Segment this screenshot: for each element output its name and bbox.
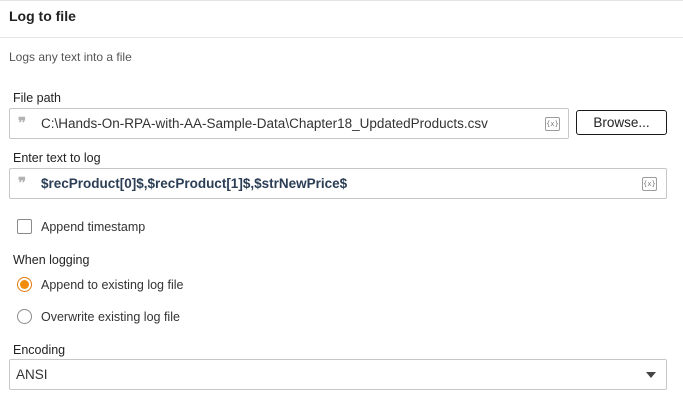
append-existing-label: Append to existing log file <box>41 278 184 292</box>
title-divider <box>0 37 683 38</box>
append-timestamp-checkbox[interactable] <box>17 219 32 234</box>
log-text-value: $recProduct[0]$,$recProduct[1]$,$strNewP… <box>41 176 348 191</box>
encoding-select[interactable]: ANSI <box>9 359 667 390</box>
file-path-input[interactable]: ❞ C:\Hands-On-RPA-with-AA-Sample-Data\Ch… <box>9 108 569 139</box>
chevron-down-icon <box>646 372 656 378</box>
file-path-value: C:\Hands-On-RPA-with-AA-Sample-Data\Chap… <box>41 116 488 131</box>
encoding-label: Encoding <box>13 343 66 357</box>
browse-button[interactable]: Browse... <box>576 110 667 135</box>
panel-description: Logs any text into a file <box>9 50 132 64</box>
panel-title: Log to file <box>9 8 76 24</box>
append-existing-radio[interactable] <box>17 277 32 292</box>
overwrite-existing-radio[interactable] <box>17 309 32 324</box>
log-text-label: Enter text to log <box>13 151 101 165</box>
log-text-input[interactable]: ❞ $recProduct[0]$,$recProduct[1]$,$strNe… <box>9 168 667 199</box>
when-logging-label: When logging <box>13 253 90 267</box>
insert-variable-icon[interactable]: {x} <box>545 117 560 131</box>
overwrite-existing-label: Overwrite existing log file <box>41 310 180 324</box>
file-path-label: File path <box>13 91 61 105</box>
top-border <box>0 0 683 1</box>
insert-variable-icon[interactable]: {x} <box>642 177 657 191</box>
quote-icon: ❞ <box>18 114 27 132</box>
encoding-value: ANSI <box>16 367 48 382</box>
append-timestamp-label: Append timestamp <box>41 220 146 234</box>
quote-icon: ❞ <box>18 174 27 192</box>
